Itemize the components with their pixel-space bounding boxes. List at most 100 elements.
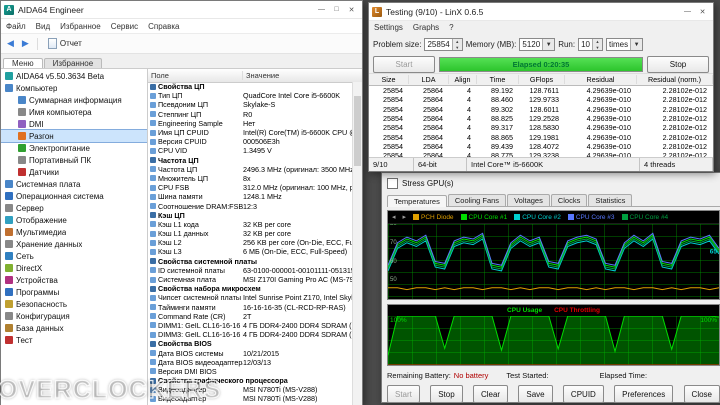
report-button[interactable]: Отчет [43, 37, 87, 50]
property-row[interactable]: Версия DMI BIOS [148, 367, 353, 376]
section-row-свойства-bios[interactable]: Свойства BIOS [148, 339, 353, 348]
column-header-align[interactable]: Align [449, 75, 477, 84]
close-button[interactable]: Close [684, 385, 720, 403]
legend-item-pch-diode[interactable]: PCH Diode [413, 214, 454, 221]
section-row-свойства-набора-микросхем[interactable]: Свойства набора микросхем [148, 284, 353, 293]
column-header-lda[interactable]: LDA [409, 75, 449, 84]
column-header-value[interactable]: Значение [243, 71, 362, 80]
cpuid-button[interactable]: CPUID [563, 385, 604, 403]
property-row[interactable]: Чипсет системной платыIntel Sunrise Poin… [148, 293, 353, 302]
menu-item-файл[interactable]: Файл [1, 22, 31, 31]
memory-select[interactable]: 5120 ▼ [519, 38, 555, 51]
property-row[interactable]: Системная платаMSI Z170I Gaming Pro AC (… [148, 275, 353, 284]
section-row-частота-цп[interactable]: Частота ЦП [148, 156, 353, 165]
spin-down-icon[interactable]: ▼ [453, 45, 462, 51]
property-row[interactable]: Engineering SampleНет [148, 119, 353, 128]
property-row[interactable]: Кэш L2256 KB per core (On-Die, ECC, Full… [148, 238, 353, 247]
problem-size-spinner[interactable]: ▲▼ [452, 39, 462, 50]
column-header-size[interactable]: Size [369, 75, 409, 84]
sidebar-item-тест[interactable]: Тест [1, 334, 147, 346]
column-header-residual[interactable]: Residual [565, 75, 637, 84]
section-row-свойства-цп[interactable]: Свойства ЦП [148, 82, 353, 91]
run-unit-select[interactable]: times ▼ [606, 38, 643, 51]
property-row[interactable]: Command Rate (CR)2T [148, 312, 353, 321]
sidebar-item-имя-компьютера[interactable]: Имя компьютера [1, 106, 147, 118]
scrollbar-thumb[interactable] [354, 96, 361, 166]
stop-button[interactable]: Stop [647, 56, 709, 73]
property-row[interactable]: Соотношение DRAM:FSB12:3 [148, 201, 353, 210]
sidebar-item-разгон[interactable]: Разгон [1, 130, 147, 142]
column-header-residual-norm[interactable]: Residual (norm.) [637, 75, 713, 84]
tab-clocks[interactable]: Clocks [551, 194, 588, 206]
run-count-input[interactable]: 10 ▲▼ [578, 38, 603, 51]
tab-voltages[interactable]: Voltages [507, 194, 550, 206]
sidebar-item-операционная-система[interactable]: Операционная система [1, 190, 147, 202]
start-button[interactable]: Start [373, 56, 435, 73]
tab-cooling-fans[interactable]: Cooling Fans [448, 194, 506, 206]
property-row[interactable]: Дата BIOS видеоадаптера12/03/13 [148, 358, 353, 367]
minimize-icon[interactable]: — [314, 6, 329, 14]
tab-statistics[interactable]: Statistics [588, 194, 632, 206]
property-row[interactable]: Кэш L1 данных32 KB per core [148, 229, 353, 238]
property-row[interactable]: Тайминги памяти16-16-16-35 (CL-RCD-RP-RA… [148, 303, 353, 312]
property-row[interactable]: Кэш L36 МБ (On-Die, ECC, Full-Speed) [148, 247, 353, 256]
tab-temperatures[interactable]: Temperatures [387, 195, 447, 207]
property-row[interactable]: Степпинг ЦПR0 [148, 110, 353, 119]
legend-next-icon[interactable]: ▸ [403, 213, 407, 221]
pane-tab-избранное[interactable]: Избранное [44, 58, 103, 68]
run-count-spinner[interactable]: ▲▼ [592, 39, 602, 50]
save-button[interactable]: Save [518, 385, 552, 403]
sidebar-item-directx[interactable]: DirectX [1, 262, 147, 274]
clear-button[interactable]: Clear [473, 385, 508, 403]
property-row[interactable]: Шина памяти1248.1 MHz [148, 192, 353, 201]
property-row[interactable]: Имя ЦП CPUIDIntel(R) Core(TM) i5-6600K C… [148, 128, 353, 137]
section-row-свойства-графического-процессора[interactable]: Свойства графического процессора [148, 376, 353, 385]
menu-item-вид[interactable]: Вид [31, 22, 55, 31]
sidebar-item-конфигурация[interactable]: Конфигурация [1, 310, 147, 322]
stress-gpu-checkbox[interactable] [387, 178, 398, 189]
close-icon[interactable]: ✕ [695, 8, 710, 16]
start-button[interactable]: Start [387, 385, 420, 403]
property-row[interactable]: Тип ЦПQuadCore Intel Core i5-6600K [148, 91, 353, 100]
column-header-gflops[interactable]: GFlops [519, 75, 565, 84]
legend-item-cpu-core-#1[interactable]: CPU Core #1 [461, 214, 508, 221]
section-row-кэш-цп[interactable]: Кэш ЦП [148, 211, 353, 220]
column-header-time[interactable]: Time [477, 75, 519, 84]
sidebar-item-программы[interactable]: Программы [1, 286, 147, 298]
menu-item-сервис[interactable]: Сервис [106, 22, 143, 31]
sidebar-item-датчики[interactable]: Датчики [1, 166, 147, 178]
aida64-titlebar[interactable]: A AIDA64 Engineer — □ ✕ [1, 1, 362, 19]
property-row[interactable]: Псевдоним ЦПSkylake-S [148, 100, 353, 109]
sidebar-item-отображение[interactable]: Отображение [1, 214, 147, 226]
property-row[interactable]: ID системной платы63-0100-000001-0010111… [148, 266, 353, 275]
property-row[interactable]: Дата BIOS системы10/21/2015 [148, 348, 353, 357]
menu-item-graphs[interactable]: Graphs [408, 23, 444, 32]
sidebar-item-мультимедиа[interactable]: Мультимедиа [1, 226, 147, 238]
property-row[interactable]: Версия CPUID000506E3h [148, 137, 353, 146]
property-row[interactable]: ВидеоадаптерMSI N780Ti (MS-V288) [148, 385, 353, 394]
property-row[interactable]: Множитель ЦП8x [148, 174, 353, 183]
menu-item-справка[interactable]: Справка [143, 22, 184, 31]
sidebar-item-база-данных[interactable]: База данных [1, 322, 147, 334]
menu-item-settings[interactable]: Settings [369, 23, 408, 32]
sidebar-item-сервер[interactable]: Сервер [1, 202, 147, 214]
sidebar-item-устройства[interactable]: Устройства [1, 274, 147, 286]
legend-item-cpu-core-#2[interactable]: CPU Core #2 [514, 214, 561, 221]
property-row[interactable]: CPU FSB312.0 MHz (оригинал: 100 MHz, раз… [148, 183, 353, 192]
column-header-field[interactable]: Поле [148, 71, 243, 80]
stop-button[interactable]: Stop [430, 385, 462, 403]
pane-tab-меню[interactable]: Меню [3, 58, 43, 68]
sidebar-item-хранение-данных[interactable]: Хранение данных [1, 238, 147, 250]
maximize-icon[interactable]: □ [329, 6, 344, 14]
chevron-down-icon[interactable]: ▼ [542, 39, 554, 50]
sidebar-item-безопасность[interactable]: Безопасность [1, 298, 147, 310]
sidebar-item-суммарная-информация[interactable]: Суммарная информация [1, 94, 147, 106]
legend-item-cpu-core-#4[interactable]: CPU Core #4 [622, 214, 669, 221]
property-row[interactable]: DIMM3: GeIL CL16-16-16 D44 ГБ DDR4-2400 … [148, 330, 353, 339]
forward-icon[interactable]: ▶ [19, 38, 32, 49]
linx-titlebar[interactable]: L Testing (9/10) - LinX 0.6.5 — ✕ [369, 3, 713, 21]
sidebar-item-портативный-пк[interactable]: Портативный ПК [1, 154, 147, 166]
close-icon[interactable]: ✕ [344, 6, 359, 14]
sidebar-item-электропитание[interactable]: Электропитание [1, 142, 147, 154]
property-row[interactable]: Частота ЦП2496.3 MHz (оригинал: 3500 MHz… [148, 165, 353, 174]
